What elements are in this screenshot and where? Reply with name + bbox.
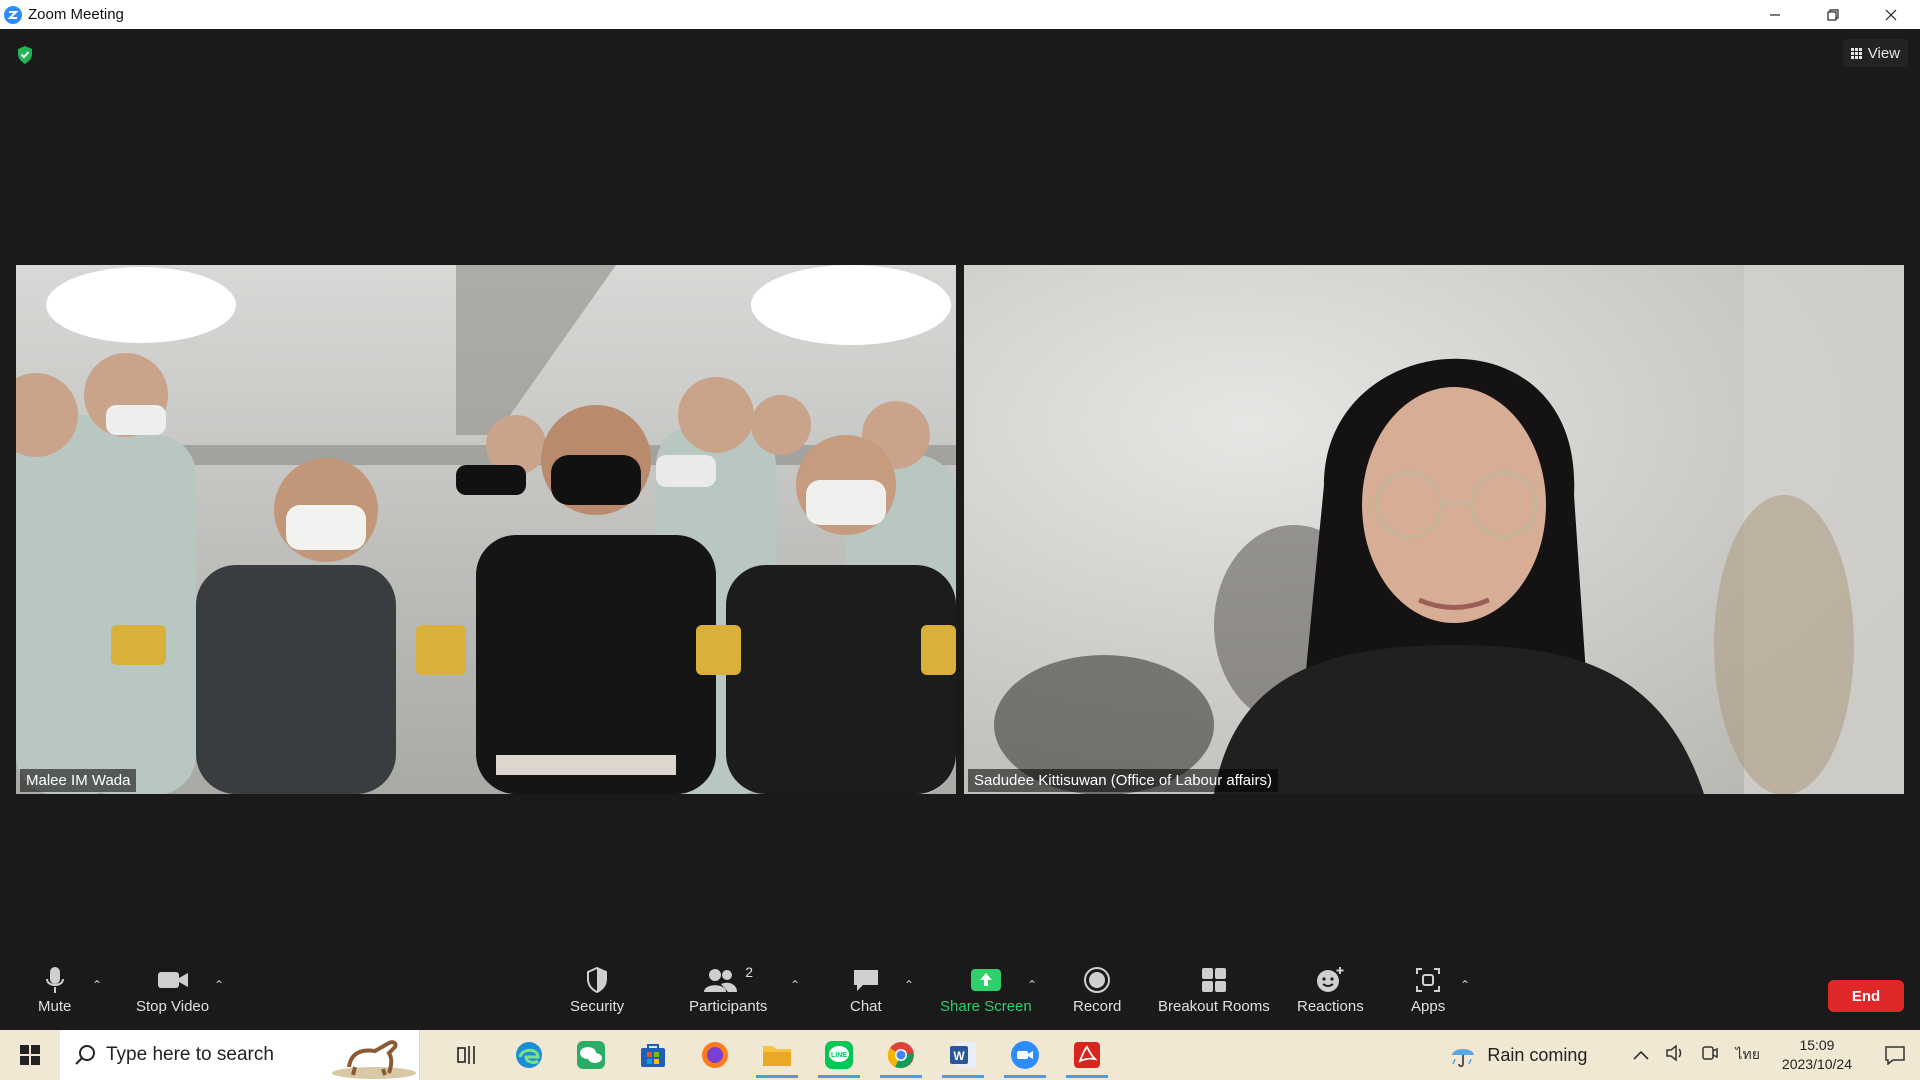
meeting-area: View Malee IM Wada Sadudee Kittisuwan (O…	[0, 29, 1920, 960]
video-options-caret-icon[interactable]: ⌃	[214, 978, 224, 992]
grid-view-icon	[1850, 47, 1862, 59]
video-tile-speaker[interactable]: Sadudee Kittisuwan (Office of Labour aff…	[964, 265, 1904, 794]
microphone-icon	[44, 960, 66, 1000]
breakout-rooms-icon	[1200, 960, 1228, 1000]
file-explorer-icon[interactable]	[746, 1030, 808, 1080]
stop-video-label: Stop Video	[136, 998, 210, 1015]
weather-widget[interactable]: Rain coming	[1449, 1041, 1587, 1069]
view-label: View	[1867, 44, 1900, 62]
share-options-caret-icon[interactable]: ⌃	[1027, 978, 1037, 992]
window-controls	[1746, 0, 1920, 29]
participants-icon: 2	[703, 960, 753, 1000]
record-button[interactable]: Record	[1073, 960, 1121, 1015]
apps-button[interactable]: Apps	[1411, 960, 1445, 1015]
taskbar-search-box[interactable]: Type here to search	[60, 1030, 420, 1080]
chat-label: Chat	[850, 998, 882, 1015]
windows-taskbar: Type here to search LINE W Rain coming ไ…	[0, 1030, 1920, 1080]
participants-label: Participants	[689, 998, 768, 1015]
security-label: Security	[570, 998, 625, 1015]
chevron-up-icon[interactable]	[1633, 1047, 1650, 1064]
smiley-plus-icon	[1315, 960, 1345, 1000]
clock-time: 15:09	[1799, 1037, 1835, 1053]
microsoft-store-icon[interactable]	[622, 1030, 684, 1080]
chrome-icon[interactable]	[870, 1030, 932, 1080]
meeting-toolbar: Mute ⌃ Stop Video ⌃ Security 2 Participa…	[0, 960, 1920, 1030]
notifications-icon[interactable]	[1870, 1045, 1920, 1065]
pinned-apps: LINE W	[436, 1030, 1118, 1080]
reactions-label: Reactions	[1297, 998, 1364, 1015]
search-highlight-horse-icon	[332, 1040, 416, 1079]
close-button[interactable]	[1862, 0, 1920, 29]
start-button[interactable]	[0, 1030, 60, 1080]
share-screen-icon	[970, 960, 1002, 1000]
end-meeting-button[interactable]: End	[1828, 980, 1904, 1012]
window-titlebar: Zoom Meeting	[0, 0, 1920, 30]
chat-bubble-icon	[852, 960, 880, 1000]
video-camera-icon	[157, 960, 189, 1000]
security-shield-icon	[585, 960, 609, 1000]
view-button[interactable]: View	[1842, 39, 1908, 67]
acrobat-icon[interactable]	[1056, 1030, 1118, 1080]
windows-logo-icon	[20, 1045, 40, 1065]
speaker-video-feed	[964, 265, 1904, 794]
umbrella-rain-icon	[1452, 1049, 1475, 1068]
record-label: Record	[1073, 998, 1122, 1015]
svg-text:LINE: LINE	[831, 1052, 847, 1059]
restore-button[interactable]	[1804, 0, 1862, 29]
window-title: Zoom Meeting	[28, 6, 124, 23]
zoom-logo-icon	[4, 5, 22, 24]
speaker-volume-icon[interactable]	[1665, 1044, 1685, 1066]
security-button[interactable]: Security	[570, 960, 624, 1015]
zoom-app-icon[interactable]	[994, 1030, 1056, 1080]
apps-options-caret-icon[interactable]: ⌃	[1460, 978, 1470, 992]
chat-button[interactable]: Chat	[850, 960, 882, 1015]
meet-now-icon[interactable]	[1701, 1044, 1719, 1066]
system-tray: Rain coming ไทย 15:09 2023/10/24	[1449, 1030, 1920, 1080]
participant-name-tag: Malee IM Wada	[20, 769, 137, 792]
word-icon[interactable]: W	[932, 1030, 994, 1080]
edge-browser-icon[interactable]	[498, 1030, 560, 1080]
share-screen-label: Share Screen	[940, 998, 1032, 1015]
input-language-indicator[interactable]: ไทย	[1735, 1044, 1759, 1066]
mute-button[interactable]: Mute	[38, 960, 71, 1015]
breakout-rooms-label: Breakout Rooms	[1158, 998, 1270, 1015]
apps-label: Apps	[1411, 998, 1446, 1015]
svg-text:W: W	[953, 1049, 965, 1063]
minimize-button[interactable]	[1746, 0, 1804, 29]
participants-options-caret-icon[interactable]: ⌃	[790, 978, 800, 992]
chat-options-caret-icon[interactable]: ⌃	[904, 978, 914, 992]
breakout-rooms-button[interactable]: Breakout Rooms	[1158, 960, 1270, 1015]
wechat-icon[interactable]	[560, 1030, 622, 1080]
search-placeholder: Type here to search	[106, 1044, 274, 1065]
audio-options-caret-icon[interactable]: ⌃	[92, 978, 102, 992]
video-tile-group[interactable]: Malee IM Wada	[16, 265, 956, 794]
apps-icon	[1414, 960, 1442, 1000]
encryption-shield-icon[interactable]	[16, 45, 34, 70]
clock-date: 2023/10/24	[1781, 1056, 1852, 1072]
task-view-icon[interactable]	[436, 1030, 498, 1080]
reactions-button[interactable]: Reactions	[1297, 960, 1364, 1015]
group-video-feed	[16, 265, 956, 794]
stop-video-button[interactable]: Stop Video	[136, 960, 209, 1015]
record-icon	[1083, 960, 1111, 1000]
line-app-icon[interactable]: LINE	[808, 1030, 870, 1080]
mute-label: Mute	[38, 998, 72, 1015]
share-screen-button[interactable]: Share Screen	[940, 960, 1032, 1015]
system-clock[interactable]: 15:09 2023/10/24	[1782, 1036, 1852, 1074]
search-icon	[75, 1045, 95, 1065]
participant-name-tag: Sadudee Kittisuwan (Office of Labour aff…	[968, 769, 1278, 792]
participants-button[interactable]: 2 Participants	[689, 960, 767, 1015]
firefox-icon[interactable]	[684, 1030, 746, 1080]
weather-text: Rain coming	[1487, 1044, 1588, 1065]
participants-count: 2	[745, 964, 754, 980]
